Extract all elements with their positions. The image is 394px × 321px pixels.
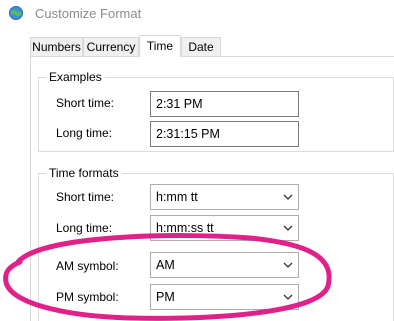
- am-symbol-value: AM: [156, 258, 175, 272]
- example-short-time-field: 2:31 PM: [150, 91, 299, 117]
- am-symbol-label: AM symbol:: [56, 259, 119, 273]
- tab-date[interactable]: Date: [181, 37, 221, 56]
- chevron-down-icon: [283, 194, 293, 200]
- tab-currency[interactable]: Currency: [83, 37, 139, 56]
- pm-symbol-label: PM symbol:: [56, 290, 119, 304]
- tab-label: Currency: [86, 40, 136, 54]
- title-bar: Customize Format: [0, 0, 394, 28]
- long-time-format-dropdown[interactable]: h:mm:ss tt: [150, 215, 299, 241]
- long-time-format-value: h:mm:ss tt: [156, 221, 214, 235]
- chevron-down-icon: [283, 294, 293, 300]
- short-time-format-dropdown[interactable]: h:mm tt: [150, 184, 299, 210]
- example-long-time-field: 2:31:15 PM: [150, 121, 299, 147]
- chevron-down-icon: [283, 262, 293, 268]
- pm-symbol-value: PM: [156, 290, 175, 304]
- examples-group-title: Examples: [46, 70, 105, 84]
- example-long-time-value: 2:31:15 PM: [156, 127, 220, 141]
- example-short-time-value: 2:31 PM: [156, 97, 203, 111]
- example-short-time-label: Short time:: [56, 96, 115, 110]
- tab-time[interactable]: Time: [139, 35, 181, 57]
- time-formats-group-title: Time formats: [46, 166, 122, 180]
- tab-label: Date: [188, 40, 214, 54]
- long-time-format-label: Long time:: [56, 221, 113, 235]
- window-title: Customize Format: [35, 6, 142, 21]
- chevron-down-icon: [283, 225, 293, 231]
- pm-symbol-dropdown[interactable]: PM: [150, 284, 299, 310]
- example-long-time-label: Long time:: [56, 126, 113, 140]
- globe-settings-icon: [9, 6, 23, 20]
- am-symbol-dropdown[interactable]: AM: [150, 252, 299, 278]
- tab-numbers[interactable]: Numbers: [30, 37, 83, 56]
- tab-label: Time: [146, 39, 174, 53]
- tab-label: Numbers: [32, 40, 81, 54]
- short-time-format-value: h:mm tt: [156, 190, 198, 204]
- short-time-format-label: Short time:: [56, 190, 115, 204]
